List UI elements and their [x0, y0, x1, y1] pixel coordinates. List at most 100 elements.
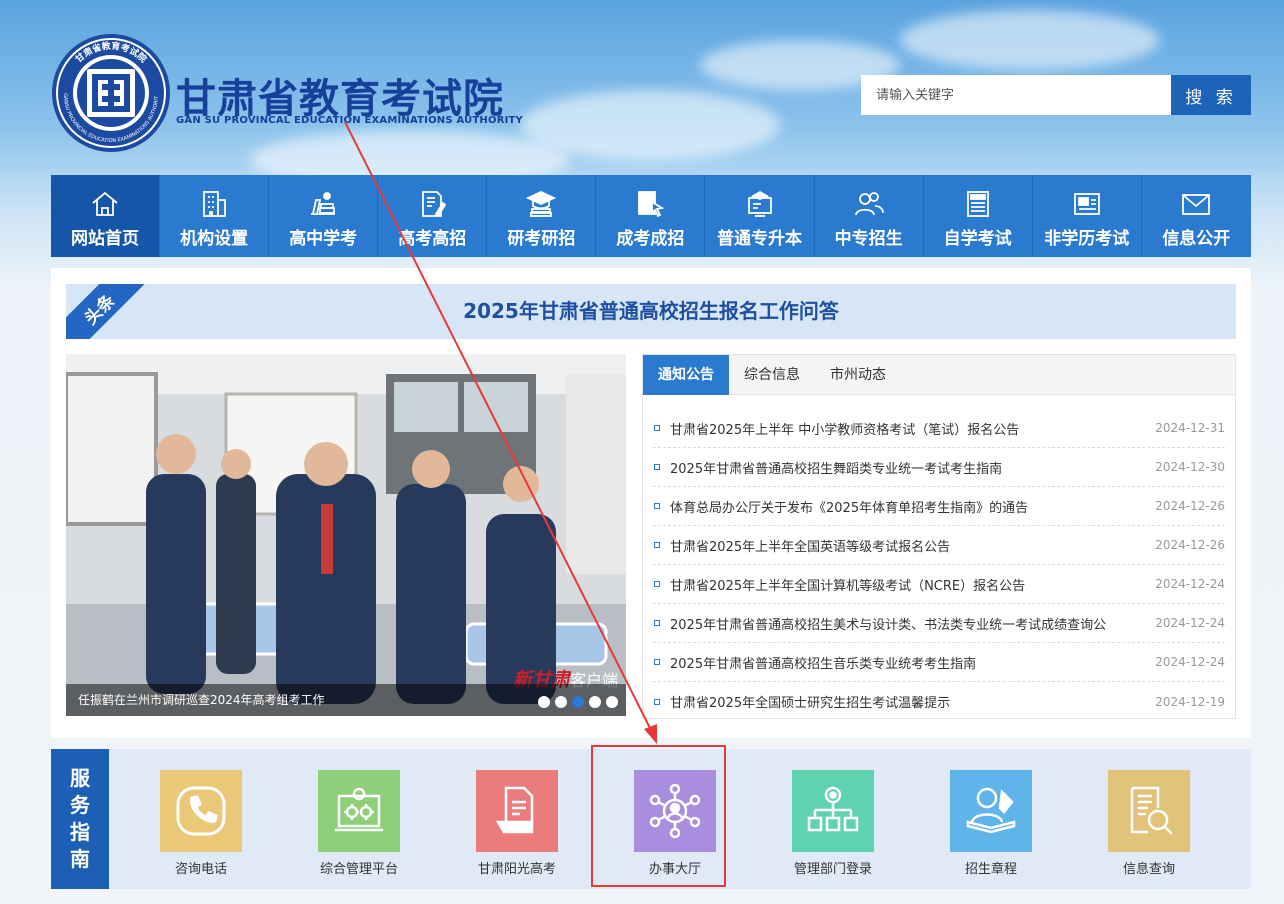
slider-dot-1[interactable] — [538, 696, 550, 708]
slider-dot-5[interactable] — [606, 696, 618, 708]
news-title[interactable]: 甘肃省2025年上半年全国英语等级考试报名公告 — [670, 536, 1153, 555]
news-item[interactable]: 体育总局办公厅关于发布《2025年体育单招考生指南》的通告 2024-12-26 — [653, 487, 1225, 526]
books-icon — [311, 192, 336, 215]
service-guide: 服 务 指 南 咨询电话 综合管理平台 甘肃阳光高考 办事大厅 管理部门登录 招… — [51, 749, 1251, 889]
service-management-platform[interactable]: 综合管理平台 — [304, 770, 414, 877]
nav-item-self-study[interactable]: 自学考试 — [924, 175, 1033, 257]
bullet-icon — [654, 659, 660, 665]
reader-icon — [966, 787, 1016, 834]
bullet-icon — [654, 581, 660, 587]
news-item[interactable]: 甘肃省2025年上半年全国计算机等级考试（NCRE）报名公告 2024-12-24 — [653, 565, 1225, 604]
headline-banner[interactable]: 头条 2025年甘肃省普通高校招生报名工作问答 — [66, 284, 1236, 339]
news-item[interactable]: 2025年甘肃省普通高校招生美术与设计类、书法类专业统一考试成绩查询公 2024-… — [653, 604, 1225, 643]
tab-general-info[interactable]: 综合信息 — [729, 355, 815, 395]
phone-icon — [176, 786, 226, 836]
service-admin-login[interactable]: 管理部门登录 — [778, 770, 888, 877]
nav-label: 高中学考 — [289, 229, 358, 249]
nav-label: 非学历考试 — [1044, 229, 1130, 249]
nav-item-organization[interactable]: 机构设置 — [160, 175, 270, 257]
service-online-hall[interactable]: 办事大厅 — [620, 770, 730, 877]
id-card-icon — [1073, 193, 1100, 215]
news-title[interactable]: 2025年甘肃省普通高校招生美术与设计类、书法类专业统一考试成绩查询公 — [670, 614, 1153, 633]
news-date: 2024-12-30 — [1155, 460, 1225, 474]
nav-label: 机构设置 — [180, 229, 249, 249]
seal-logo-icon: 甘肃省教育考试院 GANSU PROVINCIAL EDUCATION EXAM… — [50, 32, 170, 152]
tab-notices[interactable]: 通知公告 — [643, 355, 729, 395]
nav-label: 高考高招 — [398, 229, 467, 249]
main-panel: 头条 2025年甘肃省普通高校招生报名工作问答 新甘肃客户端 任振鹤在兰州市调研… — [51, 268, 1251, 738]
network-person-icon — [649, 783, 701, 839]
slider-dot-2[interactable] — [555, 696, 567, 708]
news-date: 2024-12-19 — [1155, 694, 1225, 709]
bullet-icon — [654, 503, 660, 509]
nav-item-upgrade[interactable]: 普通专升本 — [705, 175, 815, 257]
service-label: 办事大厅 — [648, 862, 701, 877]
news-title[interactable]: 甘肃省2025年全国硕士研究生招生考试温馨提示 — [670, 692, 1153, 711]
headline-title[interactable]: 2025年甘肃省普通高校招生报名工作问答 — [66, 284, 1236, 339]
nav-label: 自学考试 — [943, 229, 1012, 249]
monitor-cap-icon — [747, 190, 772, 217]
news-date: 2024-12-24 — [1155, 616, 1225, 630]
news-title[interactable]: 甘肃省2025年上半年全国计算机等级考试（NCRE）报名公告 — [670, 575, 1153, 594]
nav-item-info-disclosure[interactable]: 信息公开 — [1142, 175, 1251, 257]
news-item[interactable]: 甘肃省2025年全国硕士研究生招生考试温馨提示 2024-12-19 — [653, 682, 1225, 721]
news-item[interactable]: 甘肃省2025年上半年 中小学教师资格考试（笔试）报名公告 2024-12-31 — [653, 409, 1225, 448]
document-icon — [495, 786, 534, 834]
news-list: 甘肃省2025年上半年 中小学教师资格考试（笔试）报名公告 2024-12-31 … — [643, 395, 1235, 721]
news-title[interactable]: 2025年甘肃省普通高校招生舞蹈类专业统一考试考生指南 — [670, 458, 1153, 477]
slider-photo — [66, 354, 626, 716]
news-date: 2024-12-26 — [1155, 538, 1225, 552]
service-label: 咨询电话 — [174, 862, 227, 877]
news-date: 2024-12-24 — [1155, 655, 1225, 669]
news-item[interactable]: 2025年甘肃省普通高校招生舞蹈类专业统一考试考生指南 2024-12-30 — [653, 448, 1225, 487]
service-icon-box — [634, 770, 716, 852]
graduation-cap-icon — [526, 191, 557, 217]
nav-item-non-degree[interactable]: 非学历考试 — [1033, 175, 1142, 257]
service-info-query[interactable]: 信息查询 — [1094, 770, 1204, 877]
slider-dot-4[interactable] — [589, 696, 601, 708]
service-icon-box — [476, 770, 558, 852]
users-icon — [854, 192, 884, 216]
service-icon-box — [1108, 770, 1190, 852]
service-consult-phone[interactable]: 咨询电话 — [146, 770, 256, 877]
main-nav: 网站首页 机构设置 高中学考 高考高招 研考研招 成考成招 普通专升本 中专招生… — [51, 175, 1251, 257]
bullet-icon — [654, 464, 660, 470]
news-item[interactable]: 2025年甘肃省普通高校招生音乐类专业统考考生指南 2024-12-24 — [653, 643, 1225, 682]
nav-item-adult-exam[interactable]: 成考成招 — [596, 175, 706, 257]
news-title[interactable]: 2025年甘肃省普通高校招生音乐类专业统考考生指南 — [670, 653, 1153, 672]
service-label: 招生章程 — [964, 862, 1017, 877]
nav-item-gaokao[interactable]: 高考高招 — [378, 175, 488, 257]
nav-item-high-school-exam[interactable]: 高中学考 — [269, 175, 379, 257]
service-guide-label: 服 务 指 南 — [51, 749, 109, 889]
site-logo[interactable]: 甘肃省教育考试院 GANSU PROVINCIAL EDUCATION EXAM… — [50, 32, 530, 154]
nav-label: 普通专升本 — [717, 229, 802, 249]
service-label: 综合管理平台 — [319, 862, 398, 877]
news-item[interactable]: 甘肃省2025年上半年全国英语等级考试报名公告 2024-12-26 — [653, 526, 1225, 565]
search-input[interactable] — [861, 75, 1171, 115]
service-label: 管理部门登录 — [793, 862, 872, 877]
slider-dots — [538, 696, 618, 708]
photo-slider[interactable]: 新甘肃客户端 任振鹤在兰州市调研巡查2024年高考组考工作 — [66, 354, 626, 716]
service-icon-box — [792, 770, 874, 852]
service-sunshine-gaokao[interactable]: 甘肃阳光高考 — [462, 770, 572, 877]
search-button[interactable]: 搜 索 — [1171, 75, 1251, 115]
bullet-icon — [654, 425, 660, 431]
news-tabs: 通知公告 综合信息 市州动态 — [643, 355, 1235, 395]
nav-label: 成考成招 — [616, 229, 685, 249]
nav-item-home[interactable]: 网站首页 — [51, 175, 161, 257]
document-pen-icon — [422, 191, 447, 218]
newspaper-icon — [966, 191, 989, 217]
nav-item-postgraduate[interactable]: 研考研招 — [487, 175, 597, 257]
nav-item-vocational[interactable]: 中专招生 — [815, 175, 924, 257]
envelope-icon — [1182, 194, 1211, 215]
search-bar: 搜 索 — [861, 75, 1251, 115]
nav-label: 信息公开 — [1162, 229, 1231, 249]
cursor-book-icon — [638, 191, 665, 218]
tab-city-news[interactable]: 市州动态 — [815, 355, 901, 395]
slider-dot-3[interactable] — [572, 696, 584, 708]
news-title[interactable]: 体育总局办公厅关于发布《2025年体育单招考生指南》的通告 — [670, 497, 1153, 516]
service-icon-box — [318, 770, 400, 852]
service-admission-charter[interactable]: 招生章程 — [936, 770, 1046, 877]
nav-label: 网站首页 — [71, 229, 140, 249]
news-title[interactable]: 甘肃省2025年上半年 中小学教师资格考试（笔试）报名公告 — [670, 419, 1153, 438]
